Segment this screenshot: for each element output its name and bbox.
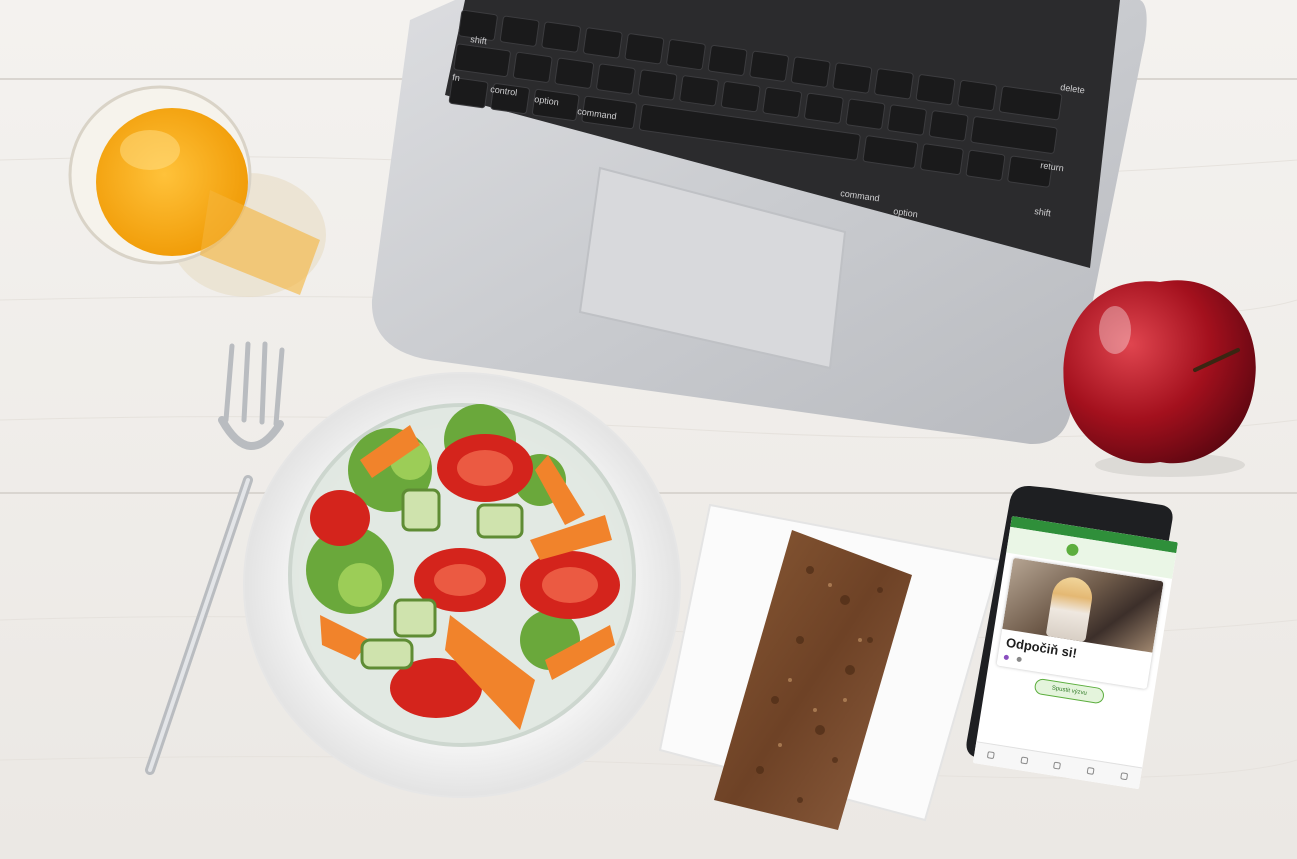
bottle-icon[interactable] bbox=[1053, 761, 1062, 770]
meta-item bbox=[1016, 656, 1024, 664]
home-icon[interactable] bbox=[987, 751, 996, 760]
leaf-logo-icon bbox=[1065, 542, 1079, 557]
chat-icon[interactable] bbox=[1086, 766, 1095, 775]
clock-icon bbox=[1003, 654, 1010, 661]
meta-item bbox=[1003, 654, 1011, 661]
logo-wordmark bbox=[1081, 551, 1117, 557]
svg-text:fn: fn bbox=[452, 72, 461, 83]
app-logo bbox=[1065, 542, 1117, 563]
challenge-card[interactable]: Odpočiň si! bbox=[996, 557, 1164, 690]
salad-plate bbox=[243, 372, 681, 798]
woman-portrait bbox=[1045, 574, 1095, 643]
calendar-icon bbox=[1016, 656, 1022, 663]
grid-icon[interactable] bbox=[1119, 772, 1128, 781]
start-challenge-button[interactable]: Spustit výzvu bbox=[1033, 677, 1106, 705]
bulb-icon[interactable] bbox=[1020, 756, 1029, 765]
workspace-photo: shift fn control option command command … bbox=[0, 0, 1297, 859]
